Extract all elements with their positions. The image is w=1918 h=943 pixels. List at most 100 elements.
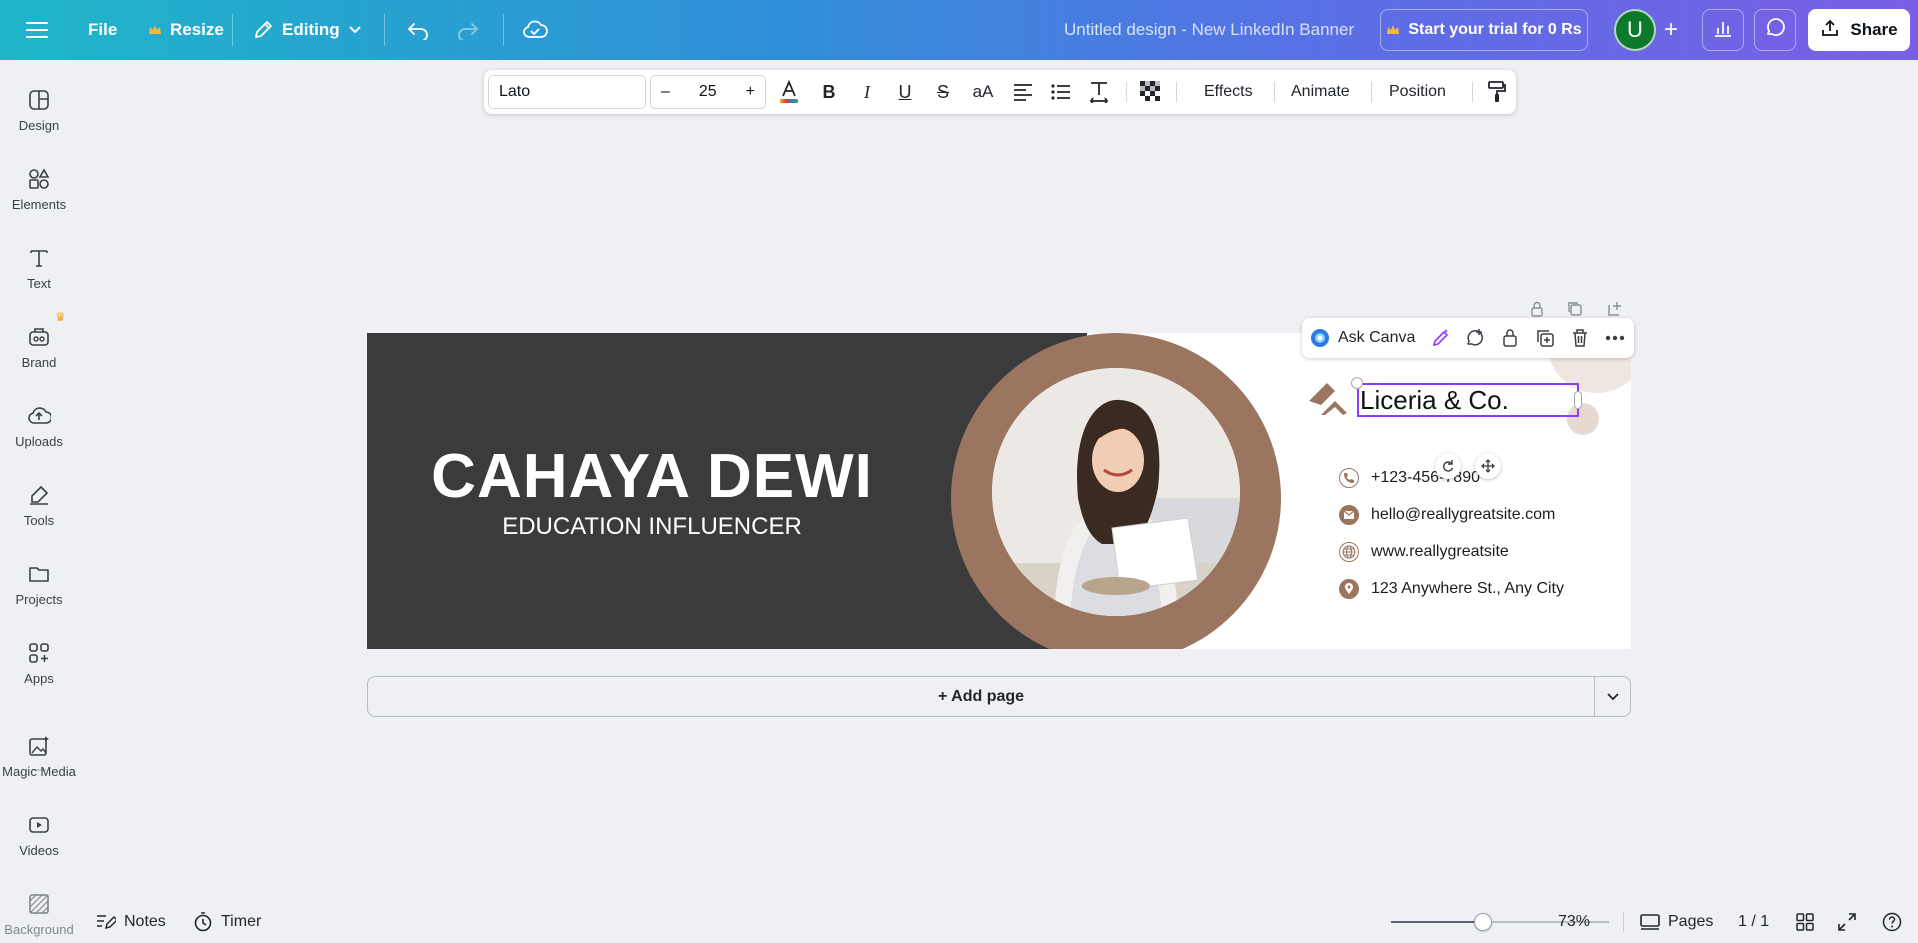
magic-pencil-icon: [1432, 329, 1449, 347]
globe-icon: [1339, 542, 1359, 562]
zoom-slider-fill: [1391, 921, 1483, 923]
underline-button[interactable]: U: [890, 75, 920, 109]
contact-address[interactable]: 123 Anywhere St., Any City: [1339, 579, 1564, 599]
align-left-icon: [1014, 84, 1032, 101]
spacing-button[interactable]: [1084, 75, 1114, 109]
fullscreen-button[interactable]: [1838, 900, 1856, 943]
increase-font-size-button[interactable]: +: [746, 83, 755, 101]
redo-button[interactable]: [456, 0, 480, 60]
sidebar-item-elements[interactable]: Elements: [0, 153, 78, 225]
add-comment-button[interactable]: [1460, 322, 1490, 354]
decrease-font-size-button[interactable]: –: [661, 83, 670, 101]
divider: [1126, 82, 1127, 102]
notes-button[interactable]: Notes: [96, 900, 166, 943]
document-title[interactable]: Untitled design - New LinkedIn Banner: [1064, 0, 1354, 60]
comment-plus-icon: [1467, 329, 1483, 346]
effects-button[interactable]: Effects: [1204, 75, 1253, 109]
selection-handle-right[interactable]: [1574, 391, 1582, 409]
transparency-button[interactable]: [1136, 75, 1166, 109]
editing-mode-dropdown[interactable]: Editing: [252, 0, 362, 60]
sidebar-item-text[interactable]: Text: [0, 232, 78, 304]
font-family-select[interactable]: Lato: [488, 75, 646, 109]
sidebar-item-background[interactable]: Background: [0, 878, 78, 943]
align-button[interactable]: [1008, 75, 1038, 109]
company-logo-icon[interactable]: [1307, 381, 1349, 422]
canva-assistant-icon: [1311, 329, 1329, 347]
animate-button[interactable]: Animate: [1291, 75, 1350, 109]
sidebar-item-brand[interactable]: Brand: [0, 311, 78, 383]
undo-button[interactable]: [406, 0, 430, 60]
sidebar-item-videos[interactable]: Videos: [0, 799, 78, 871]
letter-case-button[interactable]: aA: [966, 75, 1000, 109]
contact-text: hello@reallygreatsite.com: [1371, 506, 1556, 523]
user-avatar[interactable]: U: [1614, 9, 1656, 51]
sidebar-item-label: Uploads: [15, 433, 63, 449]
text-spacing-icon: [1089, 82, 1109, 103]
sidebar-item-design[interactable]: Design: [0, 74, 78, 146]
text-formatting-toolbar: Lato – 25 + B I U S aA Effects Animate P…: [484, 70, 1516, 114]
zoom-percentage[interactable]: 73%: [1558, 900, 1590, 943]
brand-icon: [29, 327, 49, 346]
ask-canva-button[interactable]: Ask Canva: [1310, 322, 1415, 354]
sidebar-item-tools[interactable]: Tools: [0, 469, 78, 541]
pencil-icon: [252, 19, 274, 41]
rotate-handle[interactable]: [1435, 453, 1461, 479]
share-button[interactable]: Share: [1808, 9, 1910, 51]
company-name-text[interactable]: Liceria & Co.: [1357, 383, 1579, 417]
copy-style-button[interactable]: [1482, 75, 1512, 109]
comments-button[interactable]: [1754, 9, 1796, 51]
magic-media-icon: [29, 735, 49, 756]
main-menu-button[interactable]: [26, 0, 48, 60]
save-status-button[interactable]: [522, 0, 548, 60]
list-button[interactable]: [1046, 75, 1076, 109]
pages-button[interactable]: Pages: [1640, 900, 1713, 943]
magic-edit-button[interactable]: [1426, 322, 1456, 354]
timer-button[interactable]: Timer: [193, 900, 261, 943]
position-button[interactable]: Position: [1389, 75, 1446, 109]
move-handle[interactable]: [1475, 453, 1501, 479]
contact-email[interactable]: hello@reallygreatsite.com: [1339, 505, 1555, 525]
sidebar-item-magic-media[interactable]: Magic Media: [0, 720, 78, 792]
contact-text: www.reallygreatsite: [1371, 543, 1509, 560]
sidebar-item-projects[interactable]: Projects: [0, 548, 78, 620]
selection-handle-left[interactable]: [1351, 377, 1363, 389]
sidebar-item-uploads[interactable]: Uploads: [0, 390, 78, 462]
contact-text: +123-456-7890: [1371, 469, 1480, 486]
add-page-dropdown[interactable]: [1594, 676, 1631, 717]
sidebar-item-apps[interactable]: Apps: [0, 627, 78, 699]
file-menu-button[interactable]: File: [88, 0, 117, 60]
left-sidebar: Design Elements Text ♛ Brand Uploads Too…: [0, 60, 78, 943]
underline-icon: U: [898, 81, 912, 102]
delete-button[interactable]: [1565, 322, 1595, 354]
paint-roller-icon: [1488, 81, 1506, 102]
chevron-down-icon: [348, 25, 362, 35]
text-color-button[interactable]: [774, 75, 804, 109]
invite-button[interactable]: +: [1656, 9, 1686, 51]
insights-button[interactable]: [1702, 9, 1744, 51]
start-trial-button[interactable]: Start your trial for 0 Rs: [1380, 9, 1588, 51]
sidebar-item-label: Magic Media: [2, 763, 76, 779]
design-canvas[interactable]: CAHAYA DEWI EDUCATION INFLUENCER Liceria…: [367, 333, 1631, 649]
strikethrough-button[interactable]: S: [928, 75, 958, 109]
bold-button[interactable]: B: [814, 75, 844, 109]
grid-icon: [1796, 912, 1814, 931]
banner-role[interactable]: EDUCATION INFLUENCER: [367, 513, 937, 541]
contact-website[interactable]: www.reallygreatsite: [1339, 542, 1509, 562]
phone-icon: [1339, 468, 1359, 488]
profile-photo[interactable]: [992, 368, 1240, 616]
more-options-button[interactable]: [1600, 322, 1630, 354]
rotate-icon: [1443, 460, 1454, 472]
divider: [1623, 912, 1624, 932]
zoom-slider-handle[interactable]: [1473, 913, 1492, 931]
font-size-input[interactable]: 25: [699, 83, 717, 101]
projects-icon: [29, 566, 49, 582]
grid-view-button[interactable]: [1796, 900, 1814, 943]
help-button[interactable]: [1882, 900, 1902, 943]
resize-button[interactable]: Resize: [148, 0, 224, 60]
add-page-button[interactable]: + Add page: [367, 676, 1595, 717]
duplicate-button[interactable]: [1530, 322, 1560, 354]
banner-name[interactable]: CAHAYA DEWI: [367, 441, 937, 512]
start-trial-label: Start your trial for 0 Rs: [1408, 21, 1582, 38]
lock-button[interactable]: [1495, 322, 1525, 354]
italic-button[interactable]: I: [852, 75, 882, 109]
